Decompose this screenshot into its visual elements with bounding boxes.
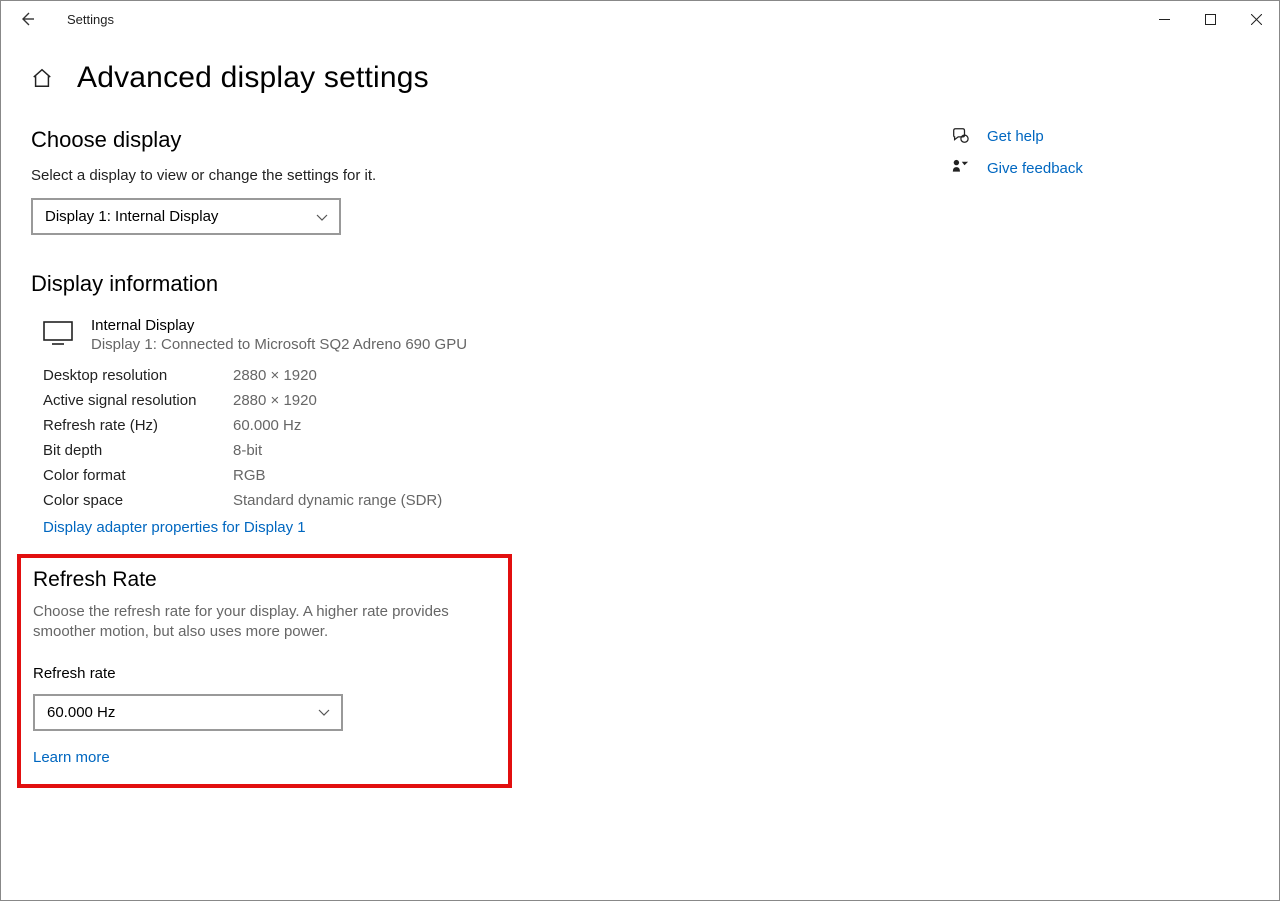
info-label: Active signal resolution — [43, 392, 233, 409]
info-value: 2880 × 1920 — [233, 367, 951, 384]
display-select-value: Display 1: Internal Display — [45, 208, 218, 225]
display-info-heading: Display information — [31, 271, 951, 297]
window-controls — [1141, 1, 1279, 37]
header: Advanced display settings — [1, 37, 1279, 103]
get-help-item[interactable]: Get help — [951, 127, 1231, 145]
display-sub: Display 1: Connected to Microsoft SQ2 Ad… — [91, 336, 467, 353]
feedback-icon — [951, 159, 969, 177]
info-label: Bit depth — [43, 442, 233, 459]
close-icon — [1251, 14, 1262, 25]
minimize-icon — [1159, 14, 1170, 25]
get-help-link: Get help — [987, 128, 1044, 145]
maximize-button[interactable] — [1187, 1, 1233, 37]
give-feedback-item[interactable]: Give feedback — [951, 159, 1231, 177]
info-value: RGB — [233, 467, 951, 484]
choose-display-desc: Select a display to view or change the s… — [31, 167, 951, 184]
info-label: Color format — [43, 467, 233, 484]
back-button[interactable] — [19, 11, 59, 27]
display-select[interactable]: Display 1: Internal Display — [31, 198, 341, 235]
refresh-rate-select[interactable]: 60.000 Hz — [33, 694, 343, 731]
info-label: Refresh rate (Hz) — [43, 417, 233, 434]
refresh-rate-desc: Choose the refresh rate for your display… — [33, 602, 473, 643]
app-name: Settings — [67, 12, 114, 27]
info-label: Color space — [43, 492, 233, 509]
chevron-down-icon — [315, 210, 329, 224]
close-button[interactable] — [1233, 1, 1279, 37]
learn-more-link[interactable]: Learn more — [33, 749, 496, 766]
chevron-down-icon — [317, 705, 331, 719]
page-title: Advanced display settings — [77, 61, 429, 95]
choose-display-heading: Choose display — [31, 127, 951, 153]
monitor-icon — [43, 321, 73, 345]
back-arrow-icon — [19, 11, 35, 27]
info-value: 60.000 Hz — [233, 417, 951, 434]
info-label: Desktop resolution — [43, 367, 233, 384]
info-value: 8-bit — [233, 442, 951, 459]
minimize-button[interactable] — [1141, 1, 1187, 37]
refresh-rate-section: Refresh Rate Choose the refresh rate for… — [17, 554, 512, 788]
chat-help-icon — [951, 127, 969, 145]
info-value: Standard dynamic range (SDR) — [233, 492, 951, 509]
maximize-icon — [1205, 14, 1216, 25]
adapter-properties-link[interactable]: Display adapter properties for Display 1 — [43, 519, 951, 536]
refresh-rate-label: Refresh rate — [33, 665, 496, 682]
home-icon[interactable] — [31, 67, 53, 89]
refresh-rate-heading: Refresh Rate — [33, 568, 496, 592]
titlebar: Settings — [1, 1, 1279, 37]
give-feedback-link: Give feedback — [987, 160, 1083, 177]
display-name: Internal Display — [91, 317, 467, 334]
refresh-rate-value: 60.000 Hz — [47, 704, 115, 721]
info-value: 2880 × 1920 — [233, 392, 951, 409]
